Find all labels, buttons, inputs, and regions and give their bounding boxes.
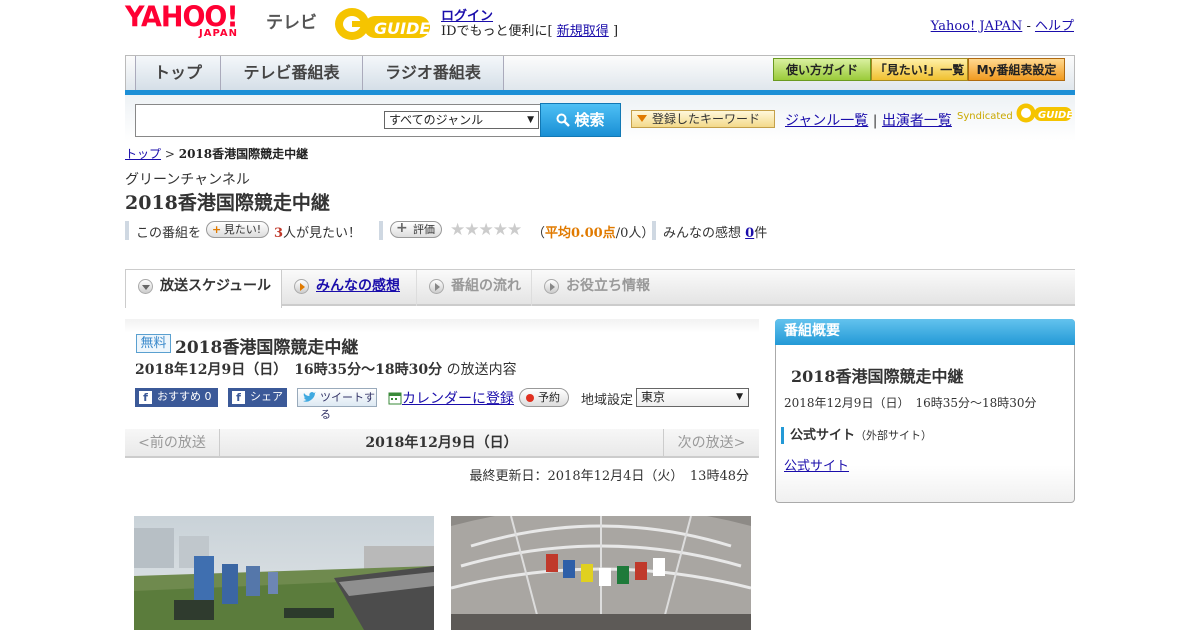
syndicated-gguide-logo: Syndicated GUIDE	[957, 102, 1073, 124]
twitter-bird-icon	[303, 392, 316, 402]
nav-tab-top[interactable]: トップ	[135, 56, 221, 91]
official-site-section: 公式サイト（外部サイト）	[781, 427, 932, 444]
gguide-logo[interactable]: GUIDE	[334, 6, 432, 42]
want-count: 3	[274, 226, 284, 241]
comments-summary: みんなの感想 0件	[663, 226, 768, 241]
play-arrow-icon	[429, 279, 444, 294]
separator	[652, 221, 656, 240]
channel-name: グリーンチャンネル	[125, 172, 250, 188]
guide-button[interactable]: 使い方ガイド	[773, 58, 871, 81]
tab-comments[interactable]: みんなの感想	[282, 270, 417, 306]
reserve-button[interactable]: 予約	[519, 388, 569, 407]
tweet-button[interactable]: ツイートする	[297, 388, 377, 421]
want-to-watch-button[interactable]: + 見たい!	[206, 221, 269, 238]
overview-datetime: 2018年12月9日（日） 16時35分～18時30分	[784, 396, 1037, 410]
play-arrow-icon	[544, 279, 559, 294]
plus-icon: +	[212, 223, 222, 236]
yahoo-japan-link[interactable]: Yahoo! JAPAN	[931, 19, 1023, 34]
region-select[interactable]: 東京 ▼	[636, 388, 749, 407]
genre-list-link[interactable]: ジャンル一覧	[785, 113, 868, 129]
facebook-icon: f	[139, 391, 152, 404]
tab-useful-info[interactable]: お役立ち情報	[532, 270, 667, 306]
triangle-down-icon	[637, 115, 647, 122]
watchlist-button[interactable]: 「見たい!」一覧	[871, 58, 968, 81]
facebook-recommend-button[interactable]: f おすすめ 0	[135, 388, 218, 407]
gguide-small-icon: GUIDE	[1016, 103, 1073, 123]
chevron-down-icon: ▼	[527, 115, 534, 125]
racecourse-photo-2	[451, 516, 751, 630]
breadcrumb-top-link[interactable]: トップ	[125, 147, 161, 161]
performer-list-link[interactable]: 出演者一覧	[882, 113, 952, 129]
episode-title: 2018香港国際競走中継	[175, 338, 359, 358]
help-link[interactable]: ヘルプ	[1035, 19, 1074, 34]
tab-schedule[interactable]: 放送スケジュール	[125, 270, 282, 308]
chevron-down-icon	[138, 279, 153, 294]
racecourse-photo-1	[134, 516, 434, 630]
star-rating: ★★★★★	[450, 220, 522, 240]
comments-count-link[interactable]: 0	[745, 226, 754, 241]
search-links: ジャンル一覧 | 出演者一覧	[785, 113, 952, 129]
top-right-links: Yahoo! JAPAN - ヘルプ	[930, 19, 1074, 34]
mylist-settings-button[interactable]: My番組表設定	[968, 58, 1065, 81]
prev-broadcast-button[interactable]: <前の放送	[125, 429, 220, 458]
yahoo-japan-logo[interactable]: YAHOO! JAPAN	[125, 1, 261, 42]
nav-tab-radio[interactable]: ラジオ番組表	[363, 56, 504, 91]
next-broadcast-button[interactable]: 次の放送>	[663, 429, 759, 458]
svg-text:GUIDE: GUIDE	[374, 19, 430, 38]
login-subtext: IDでもっと便利に[ 新規取得 ]	[441, 24, 619, 39]
calendar-register[interactable]: カレンダーに登録	[388, 388, 514, 408]
breadcrumb: トップ > 2018香港国際競走中継	[125, 147, 309, 161]
grandstand-image	[451, 516, 751, 630]
breadcrumb-current: 2018香港国際競走中継	[178, 147, 309, 161]
episode-datetime: 2018年12月9日（日） 16時35分～18時30分 の放送内容	[135, 362, 517, 378]
racecourse-image	[134, 516, 434, 630]
nav-tab-tv[interactable]: テレビ番組表	[221, 56, 363, 91]
last-updated: 最終更新日：2018年12月4日（火） 13時48分	[469, 469, 749, 484]
separator	[379, 221, 383, 240]
current-date: 2018年12月9日（日）	[365, 435, 518, 451]
region-label: 地域設定	[581, 393, 634, 408]
main-nav: トップ テレビ番組表 ラジオ番組表 使い方ガイド 「見たい!」一覧 My番組表設…	[125, 55, 1075, 91]
play-arrow-icon	[294, 279, 309, 294]
gguide-logo-icon: GUIDE	[335, 8, 430, 40]
chevron-down-icon: ▼	[736, 392, 743, 402]
genre-select[interactable]: すべてのジャンル ▼	[384, 111, 539, 129]
page-title: 2018香港国際競走中継	[125, 192, 330, 214]
separator	[125, 221, 129, 240]
facebook-icon: f	[232, 391, 245, 404]
program-overview-header: 番組概要	[775, 319, 1075, 345]
want-count-text: 3人が見たい！	[274, 226, 362, 241]
yahoo-logo-text: YAHOO!	[125, 1, 239, 34]
rate-button[interactable]: + 評価	[390, 221, 442, 238]
search-icon	[556, 113, 571, 127]
program-overview-panel	[775, 319, 1075, 503]
yahoo-logo-sub: JAPAN	[199, 28, 238, 39]
calendar-icon	[388, 392, 402, 405]
search-button[interactable]: 検索	[540, 103, 621, 137]
free-badge: 無料	[136, 334, 171, 353]
signup-link[interactable]: 新規取得	[557, 24, 609, 39]
want-prefix: この番組を	[136, 226, 202, 241]
average-rating: （平均0.00点/0人）	[532, 226, 655, 241]
tv-label: テレビ	[266, 13, 317, 33]
overview-title: 2018香港国際競走中継	[791, 367, 964, 386]
official-site-link[interactable]: 公式サイト	[784, 455, 849, 474]
registered-keyword-button[interactable]: 登録したキーワード	[631, 110, 775, 128]
facebook-share-button[interactable]: f シェア	[228, 388, 287, 407]
tab-program-flow[interactable]: 番組の流れ	[417, 270, 532, 306]
svg-text:GUIDE: GUIDE	[1038, 110, 1072, 121]
plus-icon: +	[396, 220, 408, 236]
